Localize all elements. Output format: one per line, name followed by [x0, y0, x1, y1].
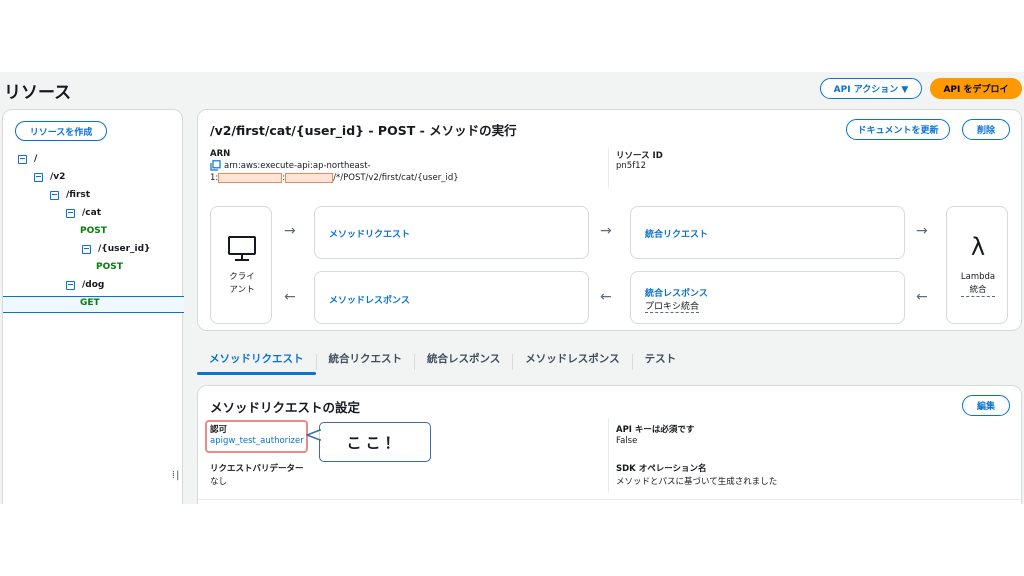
api-gateway-console: リソース API アクション ▼ API をデプロイ リソースを作成 / /v2…	[0, 72, 1024, 504]
arn-suffix: /*/POST/v2/first/cat/{user_id}	[333, 173, 459, 183]
collapse-icon[interactable]	[66, 208, 75, 218]
api-key-value: False	[616, 436, 638, 446]
arrow-right-icon: →	[916, 223, 928, 239]
masked-account-id	[285, 173, 334, 183]
integration-request-link[interactable]: 統合リクエスト	[645, 227, 708, 240]
lambda-icon: λ	[970, 233, 986, 261]
arn-line-2: 1: : /*/POST/v2/first/cat/{user_id}	[210, 173, 459, 183]
arrow-left-icon: ←	[916, 289, 928, 305]
collapse-icon[interactable]	[66, 280, 75, 290]
collapse-icon[interactable]	[34, 172, 43, 182]
arn-text-1: arn:aws:execute-api:ap-northeast-	[224, 160, 371, 171]
lambda-caption-1: Lambda	[960, 272, 996, 282]
tree-method-user-id-post[interactable]: POST	[96, 262, 123, 272]
tree-node-cat[interactable]: /cat	[66, 208, 101, 218]
copy-icon[interactable]	[210, 160, 221, 171]
authorizer-highlight	[205, 420, 308, 453]
arrow-left-icon: ←	[600, 289, 612, 305]
integration-request-box[interactable]: 統合リクエスト	[630, 206, 905, 259]
method-request-link[interactable]: メソッドリクエスト	[329, 227, 410, 240]
sdk-operation-value: メソッドとパスに基づいて生成されました	[616, 477, 778, 487]
arn-line-1: arn:aws:execute-api:ap-northeast-	[210, 160, 371, 171]
arn-label: ARN	[210, 149, 231, 159]
arrow-right-icon: →	[284, 223, 296, 239]
request-validator-value: なし	[210, 477, 228, 487]
tree-node-label: /cat	[82, 208, 101, 218]
method-tabs: メソッドリクエスト 統合リクエスト 統合レスポンス メソッドレスポンス テスト	[197, 347, 688, 377]
annotation-callout: ここ！	[319, 422, 431, 462]
sdk-operation-label: SDK オペレーション名	[616, 464, 707, 474]
tree-node-dog[interactable]: /dog	[66, 280, 104, 290]
lambda-box[interactable]: λ Lambda 統合	[946, 206, 1008, 324]
proxy-integration-label: プロキシ統合	[645, 299, 700, 313]
resource-id-value: pn5f12	[616, 161, 646, 171]
method-execution-panel: /v2/first/cat/{user_id} - POST - メソッドの実行…	[197, 109, 1022, 331]
edit-button[interactable]: 編集	[962, 395, 1010, 416]
tree-node-label: /dog	[82, 280, 105, 290]
method-response-link[interactable]: メソッドレスポンス	[329, 293, 410, 306]
callout-pointer	[306, 429, 322, 441]
client-caption-2: アント	[229, 285, 255, 295]
tab-method-response[interactable]: メソッドレスポンス	[513, 347, 631, 377]
tree-node-v2[interactable]: /v2	[34, 172, 65, 182]
screenshot-stage: リソース API アクション ▼ API をデプロイ リソースを作成 / /v2…	[0, 0, 1024, 576]
integration-response-box[interactable]: 統合レスポンス プロキシ統合	[630, 271, 905, 324]
lambda-caption-2: 統合	[961, 284, 995, 297]
divider	[608, 418, 609, 493]
tree-node-label: /{user_id}	[98, 244, 151, 254]
collapse-icon[interactable]	[82, 244, 91, 254]
arrow-right-icon: →	[600, 223, 612, 239]
delete-button[interactable]: 削除	[962, 119, 1010, 140]
tree-node-first[interactable]: /first	[50, 190, 90, 200]
tab-test[interactable]: テスト	[633, 347, 689, 377]
tab-method-request[interactable]: メソッドリクエスト	[197, 347, 316, 377]
page-title: リソース	[4, 83, 72, 103]
deploy-api-button[interactable]: API をデプロイ	[930, 78, 1022, 99]
tree-method-dog-get[interactable]: GET	[80, 298, 100, 308]
api-key-label: API キーは必須です	[616, 425, 695, 435]
tab-integration-request[interactable]: 統合リクエスト	[317, 347, 415, 377]
tree-node-label: /first	[66, 190, 91, 200]
resource-tree-panel: リソースを作成 / /v2 /first /cat POST /{user_id…	[2, 109, 184, 504]
tree-node-user-id[interactable]: /{user_id}	[82, 244, 150, 254]
client-box[interactable]: クライ アント	[210, 206, 272, 324]
divider	[198, 499, 1023, 500]
method-title: /v2/first/cat/{user_id} - POST - メソッドの実行	[210, 123, 517, 138]
client-caption-1: クライ	[229, 272, 255, 282]
masked-region	[218, 173, 283, 183]
arrow-left-icon: ←	[284, 289, 296, 305]
collapse-icon[interactable]	[50, 190, 59, 200]
method-request-box[interactable]: メソッドリクエスト	[314, 206, 589, 259]
collapse-icon[interactable]	[18, 154, 27, 164]
tree-node-label: /	[34, 154, 38, 164]
update-docs-button[interactable]: ドキュメントを更新	[846, 119, 950, 140]
tree-node-label: /v2	[50, 172, 66, 182]
api-actions-button[interactable]: API アクション ▼	[820, 78, 922, 99]
resource-id-label: リソース ID	[616, 151, 663, 161]
tab-integration-response[interactable]: 統合レスポンス	[415, 347, 512, 377]
settings-title: メソッドリクエストの設定	[210, 400, 361, 415]
create-resource-button[interactable]: リソースを作成	[15, 121, 107, 141]
request-validator-label: リクエストバリデーター	[210, 464, 304, 474]
panel-resize-handle[interactable]: ⁞|	[172, 470, 181, 481]
integration-response-link[interactable]: 統合レスポンス	[645, 286, 708, 299]
tree-method-cat-post[interactable]: POST	[80, 226, 107, 236]
arn-prefix: 1:	[210, 173, 219, 183]
tree-node-root[interactable]: /	[18, 154, 37, 164]
monitor-icon	[228, 236, 256, 261]
divider	[608, 148, 609, 188]
method-response-box[interactable]: メソッドレスポンス	[314, 271, 589, 324]
